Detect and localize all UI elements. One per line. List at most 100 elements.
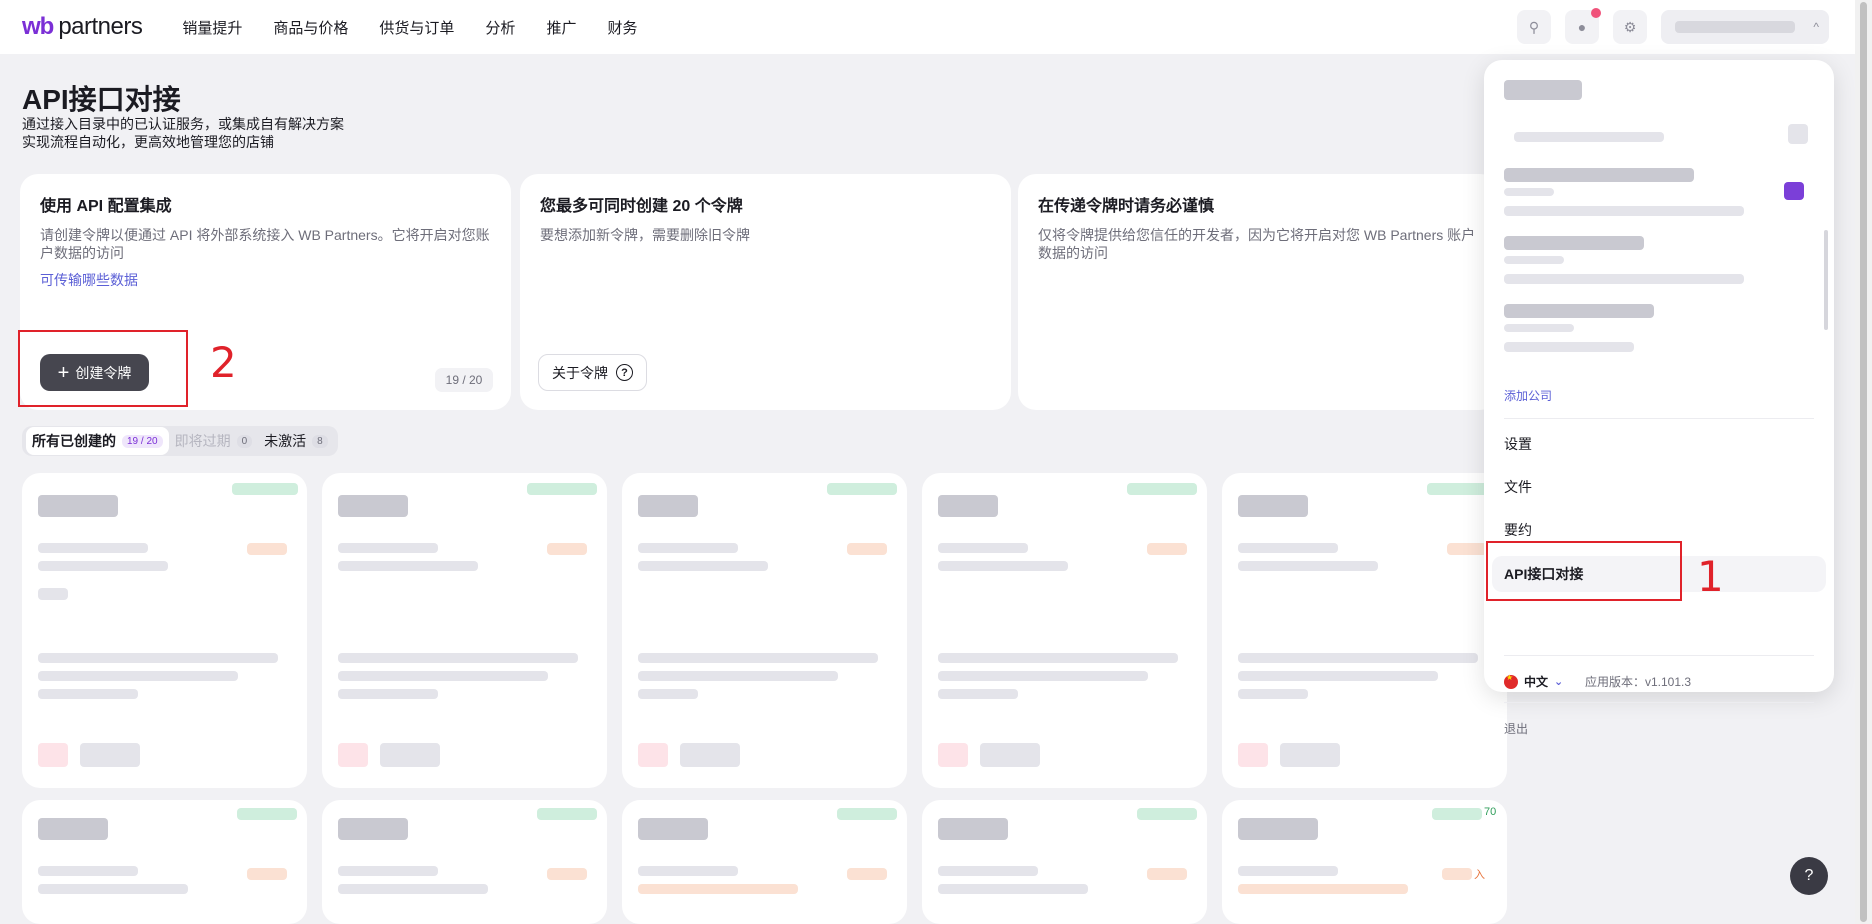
- token-card[interactable]: [622, 473, 907, 788]
- tab-all-created-count: 19 / 20: [122, 434, 163, 448]
- token-caution-card-title: 在传递令牌时请务必谨慎: [1038, 198, 1215, 215]
- account-id-blurred: [1514, 132, 1664, 142]
- nav-promotion[interactable]: 推广: [546, 17, 576, 38]
- token-status-badge: [1127, 483, 1197, 495]
- api-config-card-text: 请创建令牌以便通过 API 将外部系统接入 WB Partners。它将开启对您…: [40, 227, 490, 261]
- nav-products-prices[interactable]: 商品与价格: [273, 17, 348, 38]
- token-card[interactable]: [922, 473, 1207, 788]
- token-scopes-blurred: [338, 671, 548, 681]
- token-scopes-blurred: [1238, 689, 1308, 699]
- search-icon[interactable]: ⚲: [1517, 10, 1551, 44]
- question-circle-icon: ?: [616, 364, 633, 381]
- token-card[interactable]: [22, 473, 307, 788]
- logout-button[interactable]: 退出: [1504, 720, 1528, 737]
- token-action-button[interactable]: [380, 743, 440, 767]
- page-scrollbar[interactable]: [1855, 0, 1872, 924]
- token-status-badge: [537, 808, 597, 820]
- wb-partners-logo[interactable]: wb partners: [22, 13, 143, 41]
- token-action-button[interactable]: [680, 743, 740, 767]
- token-tag-blurred: [247, 543, 287, 555]
- nav-finance[interactable]: 财务: [607, 17, 637, 38]
- token-meta-blurred: [938, 866, 1038, 876]
- delete-icon[interactable]: [1238, 743, 1268, 767]
- token-card[interactable]: 70 入: [1222, 800, 1507, 924]
- top-navigation-bar: wb partners 销量提升 商品与价格 供货与订单 分析 推广 财务 ⚲ …: [0, 0, 1855, 54]
- account-name-blurred: [1504, 80, 1582, 100]
- tab-expiring-label: 即将过期: [174, 433, 231, 449]
- token-meta-blurred: [1238, 866, 1338, 876]
- add-company-link[interactable]: 添加公司: [1504, 387, 1552, 404]
- account-switcher[interactable]: ^: [1661, 10, 1829, 44]
- token-meta-blurred: [938, 543, 1028, 553]
- token-tag-blurred: [1447, 543, 1487, 555]
- token-status-badge: [1432, 808, 1482, 820]
- token-meta-blurred: [1238, 884, 1408, 894]
- tab-inactive-count: 8: [312, 434, 328, 448]
- language-label: 中文: [1524, 675, 1549, 689]
- menu-divider: [1504, 702, 1814, 703]
- api-config-card-title: 使用 API 配置集成: [40, 198, 172, 215]
- token-card[interactable]: [922, 800, 1207, 924]
- menu-agreement[interactable]: 要约: [1504, 520, 1532, 540]
- token-action-button[interactable]: [1280, 743, 1340, 767]
- delete-icon[interactable]: [338, 743, 368, 767]
- token-scopes-blurred: [338, 653, 578, 663]
- china-flag-icon: [1504, 673, 1518, 689]
- token-status-badge: [837, 808, 897, 820]
- token-limit-card-text: 要想添加新令牌，需要删除旧令牌: [540, 227, 750, 243]
- annotation-box-2: [18, 330, 188, 407]
- tab-expiring[interactable]: 即将过期 0: [169, 427, 259, 455]
- token-status-badge: [527, 483, 597, 495]
- token-scopes-blurred: [1238, 653, 1478, 663]
- company-name-blurred[interactable]: [1504, 236, 1644, 250]
- token-status-suffix: 70: [1484, 806, 1497, 818]
- token-meta-blurred: [638, 543, 738, 553]
- token-card[interactable]: [1222, 473, 1507, 788]
- company-meta-blurred: [1504, 256, 1564, 264]
- token-status-badge: [1137, 808, 1197, 820]
- company-meta-blurred: [1504, 324, 1574, 332]
- page-subtitle: 通过接入目录中的已认证服务，或集成自有解决方案 实现流程自动化，更高效地管理您的…: [22, 115, 344, 151]
- help-button[interactable]: ?: [1790, 857, 1828, 895]
- chevron-down-icon: ⌄: [1554, 676, 1564, 688]
- annotation-number-2: 2: [210, 338, 237, 387]
- delete-icon[interactable]: [38, 743, 68, 767]
- transferable-data-link[interactable]: 可传输哪些数据: [40, 270, 138, 290]
- nav-sales-boost[interactable]: 销量提升: [182, 17, 242, 38]
- nav-analytics[interactable]: 分析: [485, 17, 515, 38]
- token-limit-card-title: 您最多可同时创建 20 个令牌: [540, 198, 743, 215]
- selected-company-icon: [1784, 182, 1804, 200]
- token-card[interactable]: [322, 800, 607, 924]
- nav-supplies-orders[interactable]: 供货与订单: [379, 17, 454, 38]
- menu-documents[interactable]: 文件: [1504, 477, 1532, 497]
- logo-wb: wb: [22, 13, 54, 40]
- company-name-blurred[interactable]: [1504, 168, 1694, 182]
- token-action-button[interactable]: [80, 743, 140, 767]
- delete-icon[interactable]: [938, 743, 968, 767]
- about-tokens-button[interactable]: 关于令牌 ?: [538, 354, 647, 391]
- token-tag-blurred: [1147, 868, 1187, 880]
- settings-icon[interactable]: ⚙: [1613, 10, 1647, 44]
- notifications-icon[interactable]: ●: [1565, 8, 1601, 44]
- token-scopes-blurred: [938, 689, 1018, 699]
- company-list-scrollbar[interactable]: [1824, 230, 1828, 330]
- token-card[interactable]: [322, 473, 607, 788]
- company-name-blurred[interactable]: [1504, 304, 1654, 318]
- token-name-blurred: [38, 818, 108, 840]
- token-status-badge: [237, 808, 297, 820]
- token-action-button[interactable]: [980, 743, 1040, 767]
- copy-icon[interactable]: [1788, 124, 1808, 144]
- company-meta-blurred: [1504, 188, 1554, 196]
- token-scopes-blurred: [638, 689, 698, 699]
- token-status-badge: [827, 483, 897, 495]
- tab-inactive[interactable]: 未激活 8: [258, 427, 334, 455]
- delete-icon[interactable]: [638, 743, 668, 767]
- menu-settings[interactable]: 设置: [1504, 434, 1532, 454]
- page-scrollbar-thumb[interactable]: [1860, 2, 1867, 922]
- token-scopes-blurred: [1238, 671, 1438, 681]
- token-card[interactable]: [22, 800, 307, 924]
- tab-all-created[interactable]: 所有已创建的 19 / 20: [26, 427, 169, 455]
- token-card[interactable]: [622, 800, 907, 924]
- language-switcher[interactable]: 中文 ⌄: [1504, 673, 1563, 690]
- tab-expiring-count: 0: [236, 434, 253, 448]
